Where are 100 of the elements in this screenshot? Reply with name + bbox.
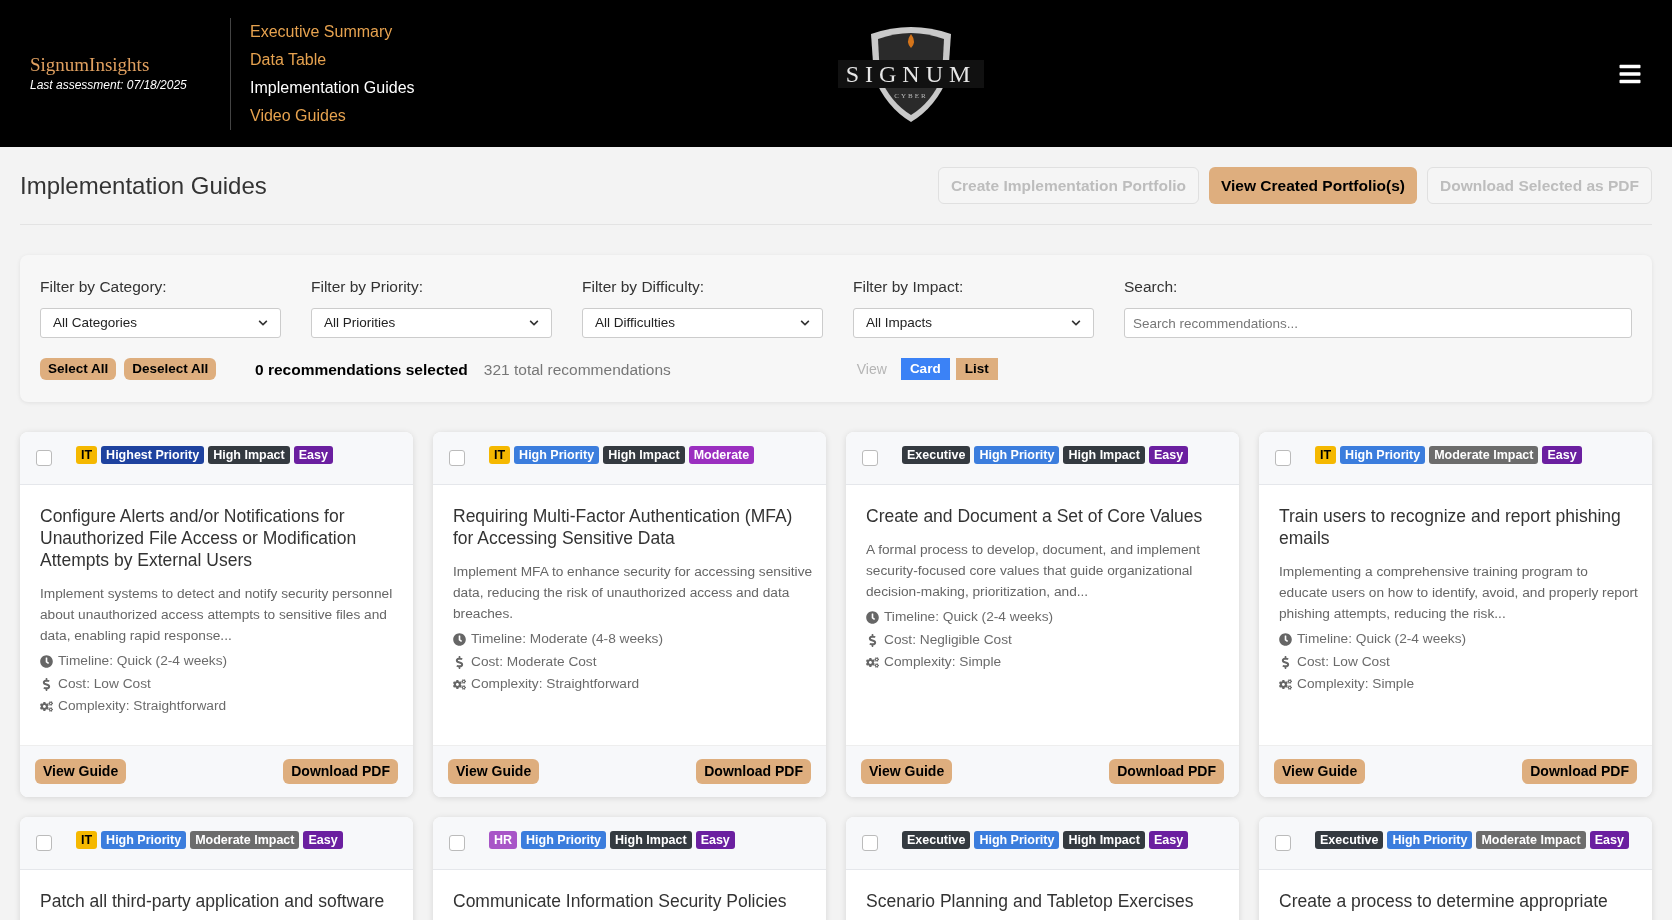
download-pdf-button[interactable]: Download PDF (283, 759, 398, 785)
card-description: Implement systems to detect and notify security personnel about unauthorized access attempts to sensitive files and data, enabling rapid response... (40, 585, 394, 646)
nav-link[interactable]: Implementation Guides (250, 76, 415, 99)
checkbox[interactable] (449, 835, 465, 852)
card-detail: Timeline: Quick (2-4 weeks) (58, 652, 228, 671)
clock-icon (866, 611, 879, 624)
tag: IT (76, 831, 98, 850)
card-description: A formal process to develop, document, and implement security-focused core values that guide organizational decision-making, prioritization, and... (866, 541, 1201, 602)
search-field[interactable]: Search recommendations... (1124, 308, 1632, 339)
checkbox[interactable] (862, 835, 878, 852)
view-label: View (856, 359, 887, 379)
download-pdf-button[interactable]: Download PDF (696, 759, 811, 785)
checkbox[interactable] (1275, 450, 1291, 467)
deselect-all-button[interactable]: Deselect All (124, 358, 217, 381)
tag: Moderate (688, 446, 755, 465)
card-title: Scenario Planning and Tabletop Exercises (866, 890, 1195, 913)
tag: IT (489, 446, 511, 465)
view-toggle[interactable]: Card (900, 358, 950, 381)
card-detail: Complexity: Simple (1297, 675, 1415, 694)
card-detail: Cost: Moderate Cost (471, 652, 597, 671)
checkbox[interactable] (36, 450, 52, 467)
gears-icon (866, 656, 879, 669)
card-detail: Cost: Low Cost (1297, 652, 1390, 671)
card-detail: Cost: Negligible Cost (884, 630, 1012, 649)
filter-dropdown[interactable]: All Categories (40, 308, 281, 339)
tag: HR (489, 831, 518, 850)
tag: High Priority (974, 446, 1060, 465)
tag: High Priority (1387, 831, 1473, 850)
card-title: Requiring Multi-Factor Authentication (MFA) for Accessing Sensitive Data (453, 505, 794, 550)
clock-icon (1279, 633, 1292, 646)
card-title: Communicate Information Security Policies (453, 890, 788, 913)
tag: Easy (695, 831, 735, 850)
card-description: Implementing a comprehensive training program to educate users on how to identify, avoid, and properly report phishing attempts, reducing the risk... (1279, 563, 1639, 624)
card-detail: Timeline: Quick (2-4 weeks) (1297, 630, 1467, 649)
tag: Moderate Impact (1476, 831, 1586, 850)
tag: Easy (1148, 446, 1189, 465)
download-pdf-button[interactable]: Download PDF (1522, 759, 1637, 785)
tag: High Impact (1063, 446, 1145, 465)
checkbox[interactable] (1275, 835, 1291, 852)
logo-text: SIGNUM (845, 60, 977, 87)
card-detail: Cost: Low Cost (58, 674, 151, 693)
filter-label: Search: (1124, 277, 1179, 297)
card-detail: Timeline: Quick (2-4 weeks) (884, 608, 1054, 627)
view-guide-button[interactable]: View Guide (861, 759, 953, 785)
tag: High Impact (603, 446, 685, 465)
checkbox[interactable] (449, 450, 465, 467)
last-assessment: Last assessment: 07/18/2025 (30, 76, 188, 94)
tag: Executive (902, 831, 971, 850)
gears-icon (40, 700, 53, 713)
dollar-icon (40, 677, 53, 691)
tag: IT (76, 446, 98, 465)
tag: IT (1315, 446, 1337, 465)
filter-label: Filter by Impact: (853, 277, 965, 297)
tag: Easy (1589, 831, 1629, 850)
tag: Executive (902, 446, 971, 465)
nav-link[interactable]: Data Table (250, 48, 415, 71)
nav-link[interactable]: Video Guides (250, 104, 415, 127)
selected-count: 0 recommendations selected (255, 359, 468, 380)
tag: High Priority (521, 831, 607, 850)
card-title: Create a process to determine appropriate (1279, 890, 1609, 913)
total-count: 321 total recommendations (483, 359, 672, 380)
nav-link[interactable]: Executive Summary (250, 20, 415, 43)
view-guide-button[interactable]: View Guide (35, 759, 127, 785)
view-guide-button[interactable]: View Guide (1274, 759, 1366, 785)
checkbox[interactable] (36, 835, 52, 852)
filter-label: Filter by Category: (40, 277, 168, 297)
select-all-button[interactable]: Select All (40, 358, 117, 381)
tag: Moderate Impact (1429, 446, 1539, 465)
tag: Easy (303, 831, 343, 850)
filter-label: Filter by Priority: (311, 277, 424, 297)
tag: Easy (1542, 446, 1582, 465)
tag: High Priority (1340, 446, 1426, 465)
action-button[interactable]: View Created Portfolio(s) (1209, 167, 1418, 204)
filter-dropdown[interactable]: All Impacts (853, 308, 1094, 339)
checkbox[interactable] (862, 450, 878, 467)
view-guide-button[interactable]: View Guide (448, 759, 540, 785)
download-pdf-button[interactable]: Download PDF (1109, 759, 1224, 785)
gears-icon (1279, 678, 1292, 691)
clock-icon (453, 633, 466, 646)
card-detail: Complexity: Simple (884, 653, 1002, 672)
tag: High Priority (974, 831, 1060, 850)
tag: High Impact (610, 831, 692, 850)
view-toggle[interactable]: List (955, 358, 998, 381)
tag: Moderate Impact (190, 831, 300, 850)
clock-icon (40, 655, 53, 668)
brand-name: SignumInsights (30, 53, 151, 76)
tag: Executive (1315, 831, 1384, 850)
filter-dropdown[interactable]: All Priorities (311, 308, 552, 339)
card-title: Patch all third-party application and software (40, 890, 386, 913)
card-title: Create and Document a Set of Core Values (866, 505, 1204, 528)
gears-icon (453, 678, 466, 691)
card-title: Train users to recognize and report phishing emails (1279, 505, 1622, 550)
tag: High Priority (514, 446, 600, 465)
tag: Easy (1148, 831, 1189, 850)
card-description: Implement MFA to enhance security for accessing sensitive data, reducing the risk of unauthorized access and data breaches. (453, 563, 814, 624)
dollar-icon (866, 633, 879, 647)
filter-dropdown[interactable]: All Difficulties (582, 308, 823, 339)
card-detail: Complexity: Straightforward (58, 697, 227, 716)
card-detail: Complexity: Straightforward (471, 675, 640, 694)
tag: Highest Priority (101, 446, 205, 465)
